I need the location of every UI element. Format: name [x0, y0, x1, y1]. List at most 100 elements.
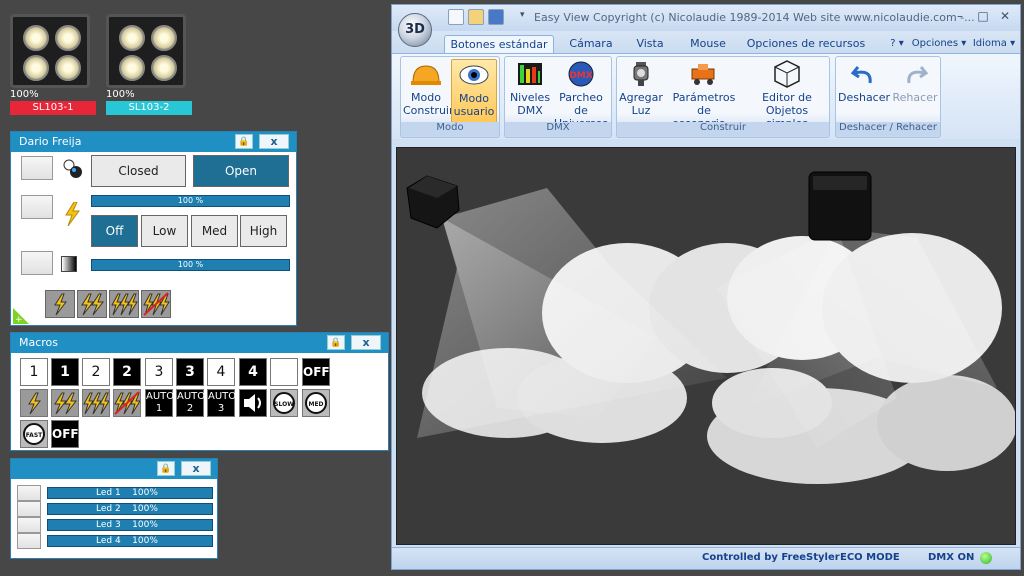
closed-button[interactable]: Closed	[91, 155, 186, 187]
tab-opciones-recursos[interactable]: Opciones de recursos	[744, 35, 868, 53]
dimmer-level-bar[interactable]: 100 %	[91, 259, 290, 271]
fixture-sl103-2[interactable]: 100% SL103-2	[106, 14, 192, 115]
resize-grip-icon[interactable]: +	[13, 308, 29, 325]
speed-high-button[interactable]: High	[240, 215, 287, 247]
led-level-bar[interactable]: Led 4 100%	[47, 535, 213, 547]
strobe-med-icon[interactable]	[51, 389, 79, 417]
parcheo-universos-button[interactable]: DMX Parcheo deUniversos	[551, 59, 611, 130]
panel-title: Macros	[19, 336, 59, 349]
strobe-random-icon[interactable]	[113, 389, 141, 417]
strobe-slow-icon[interactable]	[20, 389, 48, 417]
strobe-level-bar[interactable]: 100 %	[91, 195, 290, 207]
fixture-name: SL103-1	[10, 101, 96, 115]
speed-med-button[interactable]: Med	[191, 215, 238, 247]
deshacer-button[interactable]: Deshacer	[838, 59, 890, 123]
macro-button[interactable]: 3	[176, 358, 204, 386]
led-row[interactable]: Led 3 100%	[17, 517, 213, 533]
shutter-select-button[interactable]	[21, 156, 53, 180]
strobe-random-icon[interactable]	[141, 290, 171, 318]
close-button[interactable]: x	[351, 335, 381, 350]
led-row[interactable]: Led 1 100%	[17, 485, 213, 501]
open-folder-icon[interactable]	[468, 9, 484, 25]
3d-viewport[interactable]	[396, 147, 1016, 545]
dimmer-select-button[interactable]	[21, 251, 53, 275]
new-file-icon[interactable]	[448, 9, 464, 25]
macro-button[interactable]: 4	[207, 358, 235, 386]
stage-truck-icon	[688, 59, 720, 89]
auto-3-button[interactable]: AUTO 3	[207, 389, 236, 417]
macro-button[interactable]: 1	[20, 358, 48, 386]
led-select-button[interactable]	[17, 485, 41, 501]
editor-objetos-button[interactable]: Editor deObjetos simples	[745, 59, 829, 130]
led-row[interactable]: Led 4 100%	[17, 533, 213, 549]
tab-mouse[interactable]: Mouse	[680, 35, 736, 53]
qat-dropdown-icon[interactable]: ▾	[520, 10, 525, 20]
app-orb-button[interactable]: 3D	[398, 13, 432, 47]
modo-usuario-button[interactable]: Modo usuario	[451, 59, 497, 123]
fixture-sl103-1[interactable]: 100% SL103-1	[10, 14, 96, 115]
eye-icon	[458, 60, 490, 90]
tab-botones-estandar[interactable]: Botones estándar	[444, 35, 554, 53]
led-select-button[interactable]	[17, 533, 41, 549]
strobe-select-button[interactable]	[21, 195, 53, 219]
macro-off-button[interactable]: OFF	[51, 420, 79, 448]
window-title: Easy View Copyright (c) Nicolaudie 1989-…	[534, 11, 975, 24]
sound-icon[interactable]	[239, 389, 267, 417]
lock-icon[interactable]: 🔒	[235, 134, 253, 149]
help-menu[interactable]: ? ▾	[886, 35, 908, 53]
modo-construir-button[interactable]: Modo Construir	[403, 59, 454, 123]
redo-icon	[899, 59, 931, 89]
group-modo: Modo Construir Modo usuario Modo	[400, 56, 500, 138]
macro-button[interactable]: 4	[239, 358, 267, 386]
slow-rotate-icon[interactable]: SLOW	[270, 389, 298, 417]
lock-icon[interactable]: 🔒	[327, 335, 345, 350]
rehacer-button[interactable]: Rehacer	[890, 59, 940, 123]
led-select-button[interactable]	[17, 517, 41, 533]
close-button[interactable]: x	[259, 134, 289, 149]
minimize-button[interactable]: –	[952, 9, 968, 23]
med-rotate-icon[interactable]: MED	[302, 389, 330, 417]
auto-2-button[interactable]: AUTO 2	[176, 389, 205, 417]
spotlight-icon	[625, 59, 657, 89]
led-level-bar[interactable]: Led 2 100%	[47, 503, 213, 515]
easy-view-window: 3D ▾ Easy View Copyright (c) Nicolaudie …	[391, 4, 1021, 570]
tab-vista[interactable]: Vista	[628, 35, 672, 53]
speed-low-button[interactable]: Low	[141, 215, 188, 247]
strobe-med-icon[interactable]	[77, 290, 107, 318]
led-level-bar[interactable]: Led 1 100%	[47, 487, 213, 499]
macro-button[interactable]: 2	[113, 358, 141, 386]
tab-camara[interactable]: Cámara	[562, 35, 620, 53]
open-button[interactable]: Open	[193, 155, 289, 187]
strobe-fast-icon[interactable]	[82, 389, 110, 417]
niveles-dmx-button[interactable]: Niveles DMX	[507, 59, 553, 123]
maximize-button[interactable]: □	[975, 9, 991, 23]
dmx-globe-icon: DMX	[565, 59, 597, 89]
led-row[interactable]: Led 2 100%	[17, 501, 213, 517]
save-icon[interactable]	[488, 9, 504, 25]
lock-icon[interactable]: 🔒	[157, 461, 175, 476]
led-level-bar[interactable]: Led 3 100%	[47, 519, 213, 531]
fast-rotate-icon[interactable]: FAST	[20, 420, 48, 448]
strobe-slow-icon[interactable]	[45, 290, 75, 318]
group-deshacer: Deshacer Rehacer Deshacer / Rehacer	[835, 56, 941, 138]
panel-title-bar: Macros 🔒 x	[11, 333, 388, 353]
auto-1-button[interactable]: AUTO 1	[145, 389, 174, 417]
hard-hat-icon	[410, 59, 442, 89]
parametros-escenario-button[interactable]: Parámetros deescenario...	[665, 59, 743, 130]
fixture-icon	[10, 14, 90, 88]
opciones-menu[interactable]: Opciones ▾	[910, 35, 968, 53]
macro-blank-button[interactable]	[270, 358, 298, 386]
macro-off-button[interactable]: OFF	[302, 358, 330, 386]
fixture-name: SL103-2	[106, 101, 192, 115]
strobe-fast-icon[interactable]	[109, 290, 139, 318]
macro-button[interactable]: 1	[51, 358, 79, 386]
agregar-luz-button[interactable]: Agregar Luz	[619, 59, 663, 123]
macro-button[interactable]: 2	[82, 358, 110, 386]
panel-title-bar: Dario Freija 🔒 x	[11, 132, 296, 152]
close-button[interactable]: x	[181, 461, 211, 476]
led-select-button[interactable]	[17, 501, 41, 517]
idioma-menu[interactable]: Idioma ▾	[970, 35, 1018, 53]
close-window-button[interactable]: ✕	[997, 9, 1013, 23]
macro-button[interactable]: 3	[145, 358, 173, 386]
speed-off-button[interactable]: Off	[91, 215, 138, 247]
